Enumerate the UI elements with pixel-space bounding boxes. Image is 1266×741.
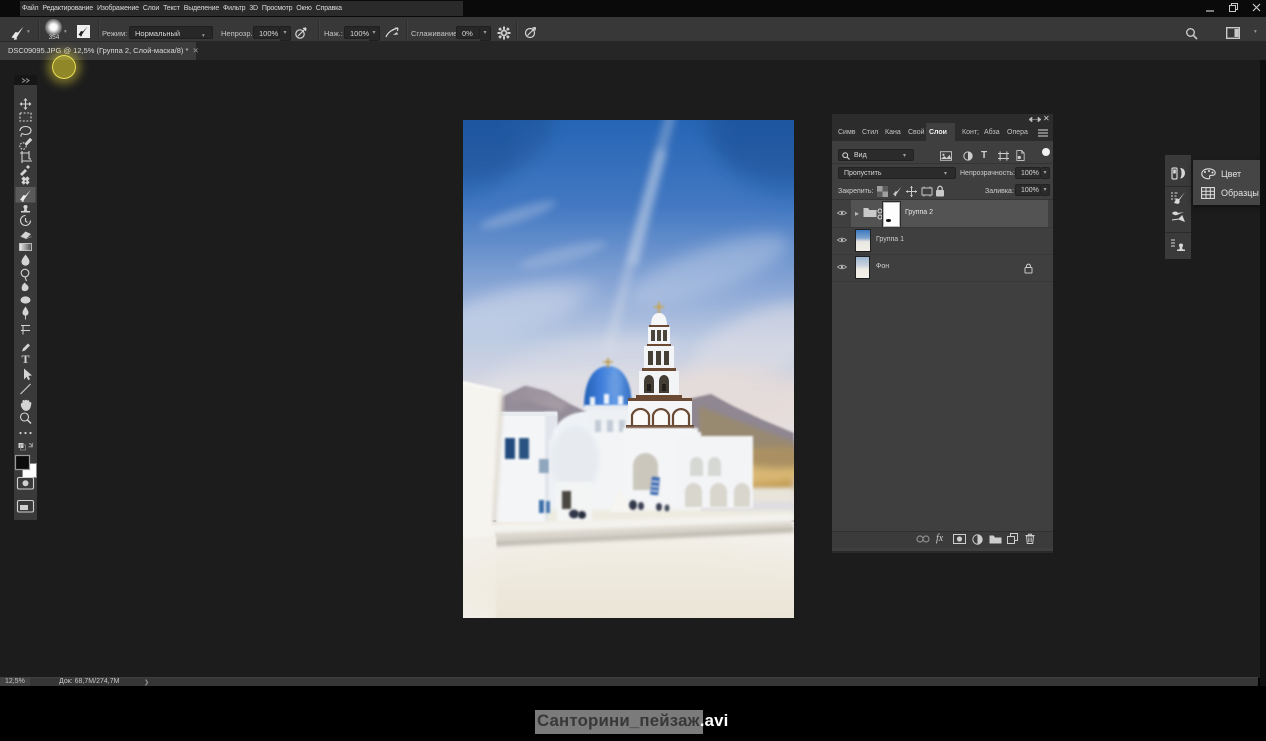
svg-text:T: T — [21, 352, 29, 366]
